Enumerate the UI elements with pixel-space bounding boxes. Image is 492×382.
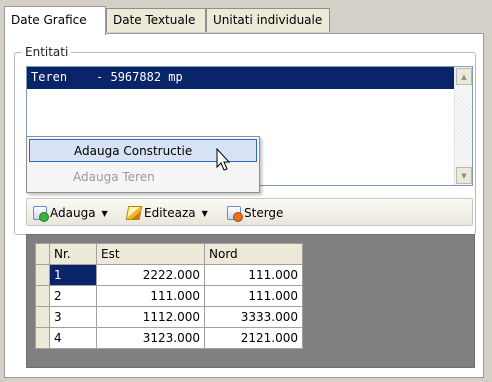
- table-header-row: Nr. Est Nord: [35, 243, 303, 265]
- entities-toolbar: Adauga ▼ Editeaza ▼ Sterge: [26, 198, 473, 226]
- cell-nord[interactable]: 111.000: [204, 264, 303, 286]
- coordinates-grid-area: Nr. Est Nord 1 2222.000 111.000 2 111.00…: [26, 234, 475, 368]
- chevron-down-icon: ▼: [101, 208, 108, 218]
- tab-label: Date Textuale: [113, 13, 196, 27]
- add-icon: [33, 206, 49, 222]
- column-header-nr[interactable]: Nr.: [49, 243, 97, 265]
- table-row[interactable]: 3 1112.000 3333.000: [35, 306, 303, 328]
- arrow-down-icon: ▼: [461, 171, 467, 180]
- delete-icon: [227, 206, 243, 222]
- cell-nr[interactable]: 3: [49, 306, 97, 328]
- column-header-nord[interactable]: Nord: [204, 243, 303, 265]
- list-item[interactable]: Teren - 5967882 mp: [27, 67, 454, 89]
- cell-est[interactable]: 2222.000: [96, 264, 205, 286]
- cell-nord[interactable]: 111.000: [204, 285, 303, 307]
- edit-label: Editeaza: [144, 206, 196, 220]
- tab-date-grafice[interactable]: Date Grafice: [4, 6, 106, 35]
- tab-date-textuale[interactable]: Date Textuale: [106, 8, 206, 32]
- edit-icon: [125, 206, 143, 220]
- tab-label: Unitati individuale: [213, 13, 323, 27]
- tab-unitati-individuale[interactable]: Unitati individuale: [206, 8, 330, 32]
- column-header-est[interactable]: Est: [96, 243, 205, 265]
- row-header[interactable]: [35, 264, 50, 286]
- row-header[interactable]: [35, 327, 50, 349]
- menu-item-label: Adauga Teren: [73, 170, 155, 184]
- cell-nr[interactable]: 1: [49, 264, 97, 286]
- cell-nr[interactable]: 4: [49, 327, 97, 349]
- arrow-up-icon: ▲: [461, 72, 467, 81]
- cell-nr[interactable]: 2: [49, 285, 97, 307]
- delete-label: Sterge: [244, 206, 284, 220]
- cell-est[interactable]: 111.000: [96, 285, 205, 307]
- scroll-up-button[interactable]: ▲: [456, 68, 472, 85]
- cell-est[interactable]: 3123.000: [96, 327, 205, 349]
- delete-button[interactable]: Sterge: [227, 203, 283, 223]
- scroll-down-button[interactable]: ▼: [456, 167, 472, 184]
- table-row[interactable]: 4 3123.000 2121.000: [35, 327, 303, 349]
- row-header[interactable]: [35, 285, 50, 307]
- mouse-pointer-icon: [216, 148, 231, 171]
- vertical-scrollbar[interactable]: ▲ ▼: [454, 67, 472, 185]
- cell-nord[interactable]: 2121.000: [204, 327, 303, 349]
- coordinates-table: Nr. Est Nord 1 2222.000 111.000 2 111.00…: [35, 243, 303, 349]
- row-header-corner: [35, 243, 50, 265]
- cell-est[interactable]: 1112.000: [96, 306, 205, 328]
- table-row[interactable]: 1 2222.000 111.000: [35, 264, 303, 286]
- row-header[interactable]: [35, 306, 50, 328]
- cell-nord[interactable]: 3333.000: [204, 306, 303, 328]
- edit-dropdown-button[interactable]: Editeaza ▼: [125, 203, 208, 223]
- chevron-down-icon: ▼: [201, 208, 208, 218]
- add-label: Adauga: [50, 206, 96, 220]
- add-dropdown-button[interactable]: Adauga ▼: [33, 203, 108, 223]
- entities-legend: Entitati: [22, 45, 72, 59]
- table-row[interactable]: 2 111.000 111.000: [35, 285, 303, 307]
- menu-item-label: Adauga Constructie: [74, 144, 193, 158]
- tab-label: Date Grafice: [11, 13, 87, 27]
